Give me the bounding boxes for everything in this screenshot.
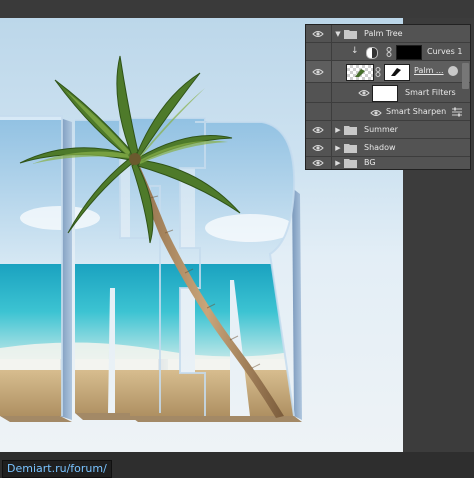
row-divider: [331, 83, 332, 102]
row-divider: [331, 61, 332, 82]
curves-adjustment-icon: [366, 47, 378, 59]
chevron-down-icon[interactable]: ▼: [334, 30, 342, 38]
layer-name: Shadow: [364, 143, 396, 152]
eye-icon[interactable]: [368, 107, 384, 119]
eye-icon[interactable]: [310, 28, 326, 40]
smart-object-badge-icon: [448, 66, 458, 76]
layer-row-curves[interactable]: ↓ Curves 1: [306, 43, 470, 61]
filter-options-icon[interactable]: [451, 107, 463, 117]
chevron-right-icon[interactable]: ▶: [334, 144, 342, 152]
row-divider: [331, 43, 332, 60]
layer-name: Summer: [364, 125, 398, 134]
layers-panel[interactable]: ▼ Palm Tree ↓ Curves 1 Palm ... Smart Fi…: [305, 24, 471, 170]
layer-row-smart-sharpen[interactable]: Smart Sharpen: [306, 103, 470, 121]
folder-icon: [344, 29, 357, 39]
eye-icon[interactable]: [310, 66, 326, 78]
layer-row-shadow[interactable]: ▶ Shadow: [306, 139, 470, 157]
chevron-right-icon[interactable]: ▶: [334, 126, 342, 134]
mask-thumbnail[interactable]: [396, 45, 422, 60]
eye-icon[interactable]: [310, 124, 326, 136]
layer-row-palm-tree[interactable]: ▼ Palm Tree: [306, 25, 470, 43]
layer-name: Smart Sharpen: [386, 107, 447, 116]
layer-row-palm[interactable]: Palm ...: [306, 61, 470, 83]
layer-name: Palm ...: [414, 66, 444, 75]
eye-icon[interactable]: [356, 87, 372, 99]
layer-name: BG: [364, 158, 376, 167]
layer-thumbnail[interactable]: [346, 64, 374, 81]
row-divider: [331, 121, 332, 138]
watermark-label: Demiart.ru/forum/: [2, 460, 112, 478]
smart-filter-mask-thumbnail[interactable]: [372, 85, 398, 102]
row-divider: [331, 103, 332, 120]
link-icon: [386, 47, 392, 57]
folder-icon: [344, 125, 357, 135]
title-strip: [0, 0, 474, 18]
layer-row-bg[interactable]: ▶ BG: [306, 157, 470, 169]
link-icon: [375, 67, 381, 77]
folder-icon: [344, 158, 357, 168]
mask-thumbnail[interactable]: [384, 64, 410, 81]
row-divider: [331, 25, 332, 42]
row-divider: [331, 157, 332, 169]
eye-icon[interactable]: [310, 142, 326, 154]
clip-arrow-icon: ↓: [351, 46, 359, 56]
layers-scrollbar[interactable]: [462, 63, 469, 89]
eye-icon[interactable]: [310, 157, 326, 169]
chevron-right-icon[interactable]: ▶: [334, 159, 342, 167]
layer-row-smart-filters[interactable]: Smart Filters: [306, 83, 470, 103]
layer-row-summer[interactable]: ▶ Summer: [306, 121, 470, 139]
layer-name: Curves 1: [427, 47, 463, 56]
layer-name: Palm Tree: [364, 29, 403, 38]
layer-name: Smart Filters: [405, 88, 456, 97]
row-divider: [331, 139, 332, 156]
folder-icon: [344, 143, 357, 153]
